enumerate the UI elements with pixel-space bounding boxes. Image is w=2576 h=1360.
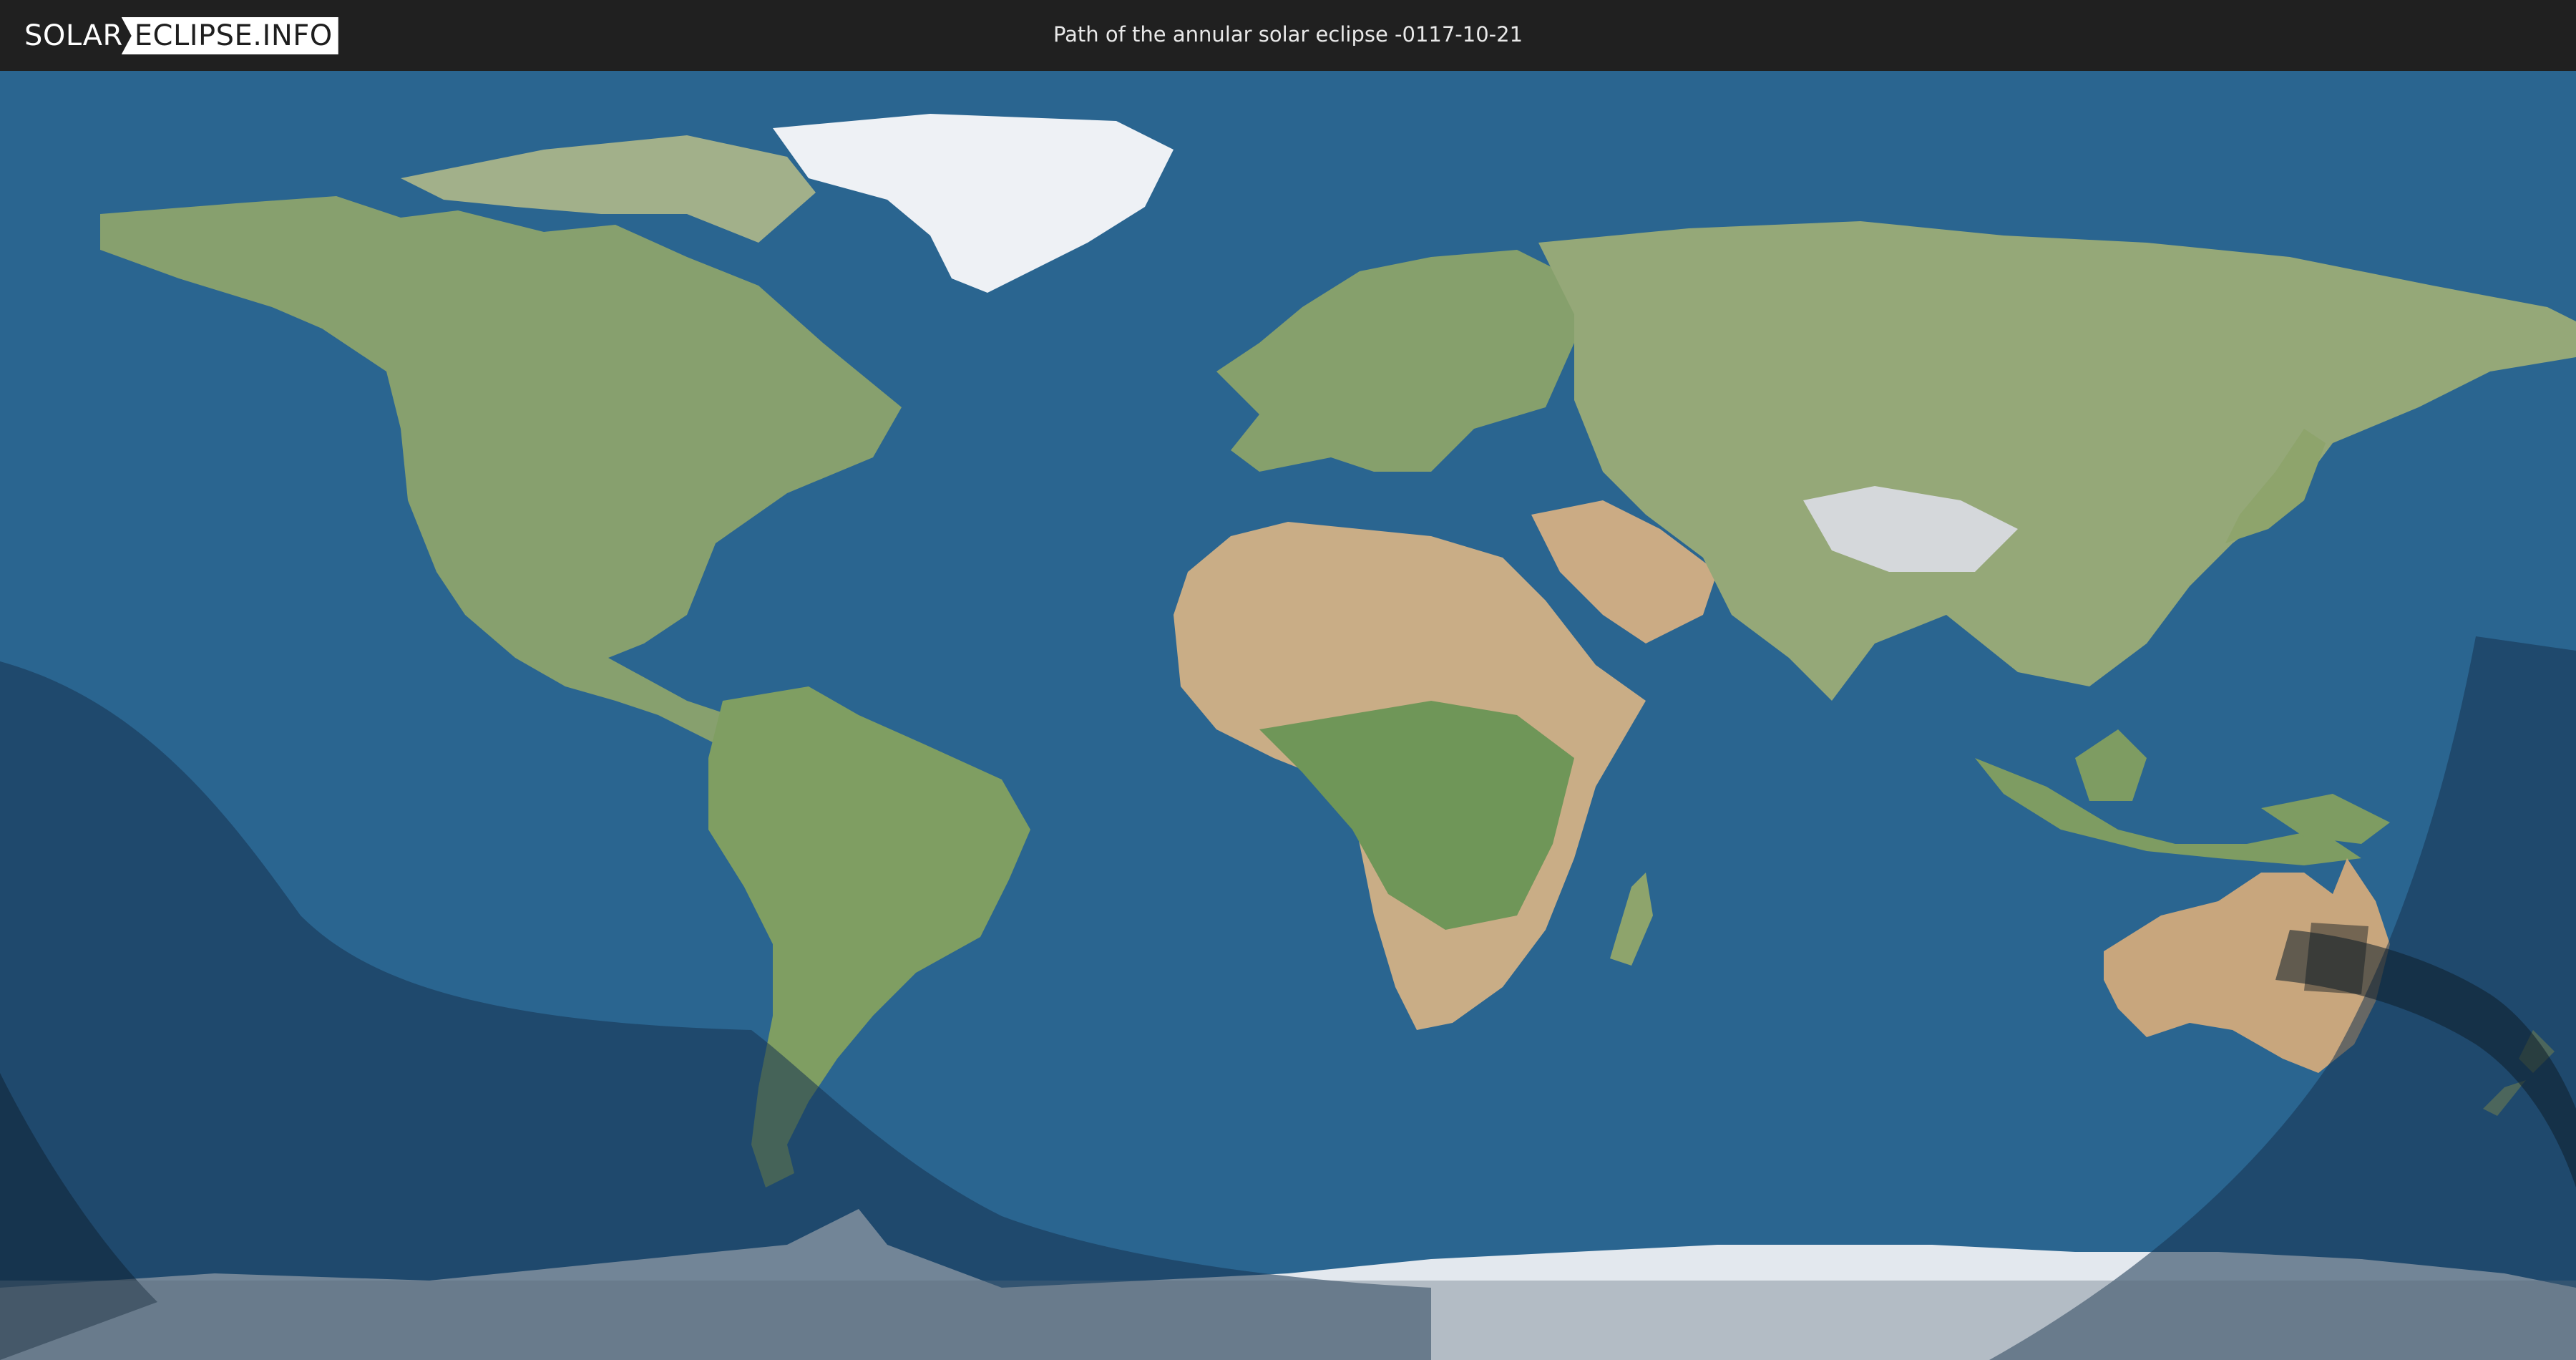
bottom-haze-band [0, 1281, 2576, 1360]
page-title: Path of the annular solar eclipse -0117-… [1053, 22, 1523, 47]
annular-path-overlap [2304, 923, 2368, 994]
world-map[interactable] [0, 71, 2576, 1360]
eclipse-map-svg [0, 71, 2576, 1360]
header-bar: SOLAR ECLIPSE.INFO Path of the annular s… [0, 0, 2576, 71]
